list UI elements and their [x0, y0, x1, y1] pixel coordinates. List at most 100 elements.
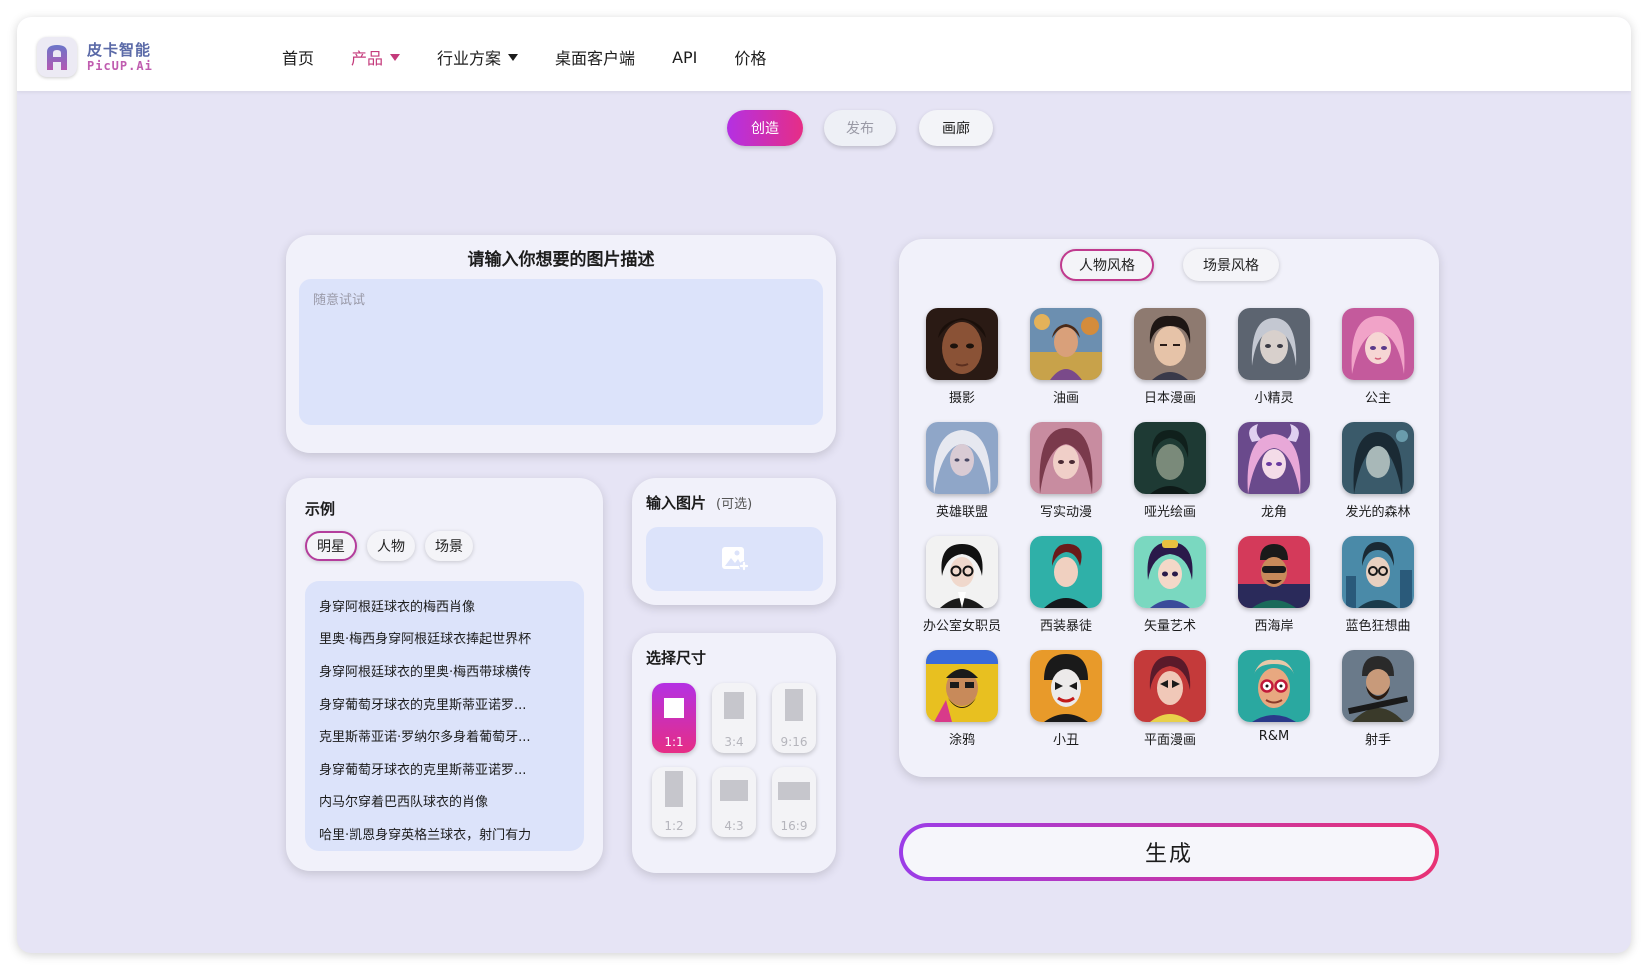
upload-card: 输入图片 (可选) — [632, 478, 836, 605]
size-label: 4:3 — [724, 819, 744, 833]
examples-tab-celebrity[interactable]: 明星 — [305, 531, 357, 561]
style-label: 公主 — [1364, 391, 1391, 406]
style-rick-and-morty[interactable]: R&M — [1226, 650, 1322, 758]
style-clown[interactable]: 小丑 — [1018, 650, 1114, 758]
example-item[interactable]: 身穿阿根廷球衣的里奥·梅西带球横传 — [319, 654, 584, 687]
style-thumbnail — [926, 422, 998, 494]
style-tab-scene[interactable]: 场景风格 — [1183, 249, 1279, 281]
ratio-shape — [664, 698, 684, 718]
style-shooter[interactable]: 射手 — [1330, 650, 1426, 758]
examples-card: 示例 明星 人物 场景 身穿阿根廷球衣的梅西肖像 里奥·梅西身穿阿根廷球衣捧起世… — [286, 478, 603, 871]
mode-tabs: 创造 发布 画廊 — [17, 110, 1631, 150]
style-label: 办公室女职员 — [922, 619, 1001, 634]
tab-gallery[interactable]: 画廊 — [919, 110, 993, 146]
caret-down-icon — [390, 53, 401, 61]
style-suit-gangster[interactable]: 西装暴徒 — [1018, 536, 1114, 644]
style-vector-art[interactable]: 矢量艺术 — [1122, 536, 1218, 644]
logo-icon[interactable] — [37, 37, 77, 77]
size-label: 3:4 — [724, 735, 744, 749]
examples-list: 身穿阿根廷球衣的梅西肖像 里奥·梅西身穿阿根廷球衣捧起世界杯 身穿阿根廷球衣的里… — [305, 581, 584, 851]
examples-tab-scene[interactable]: 场景 — [425, 531, 473, 561]
style-thumbnail — [1238, 536, 1310, 608]
tab-publish[interactable]: 发布 — [824, 110, 896, 146]
brand-name-cn: 皮卡智能 — [87, 41, 152, 59]
style-label: 平面漫画 — [1143, 733, 1196, 748]
size-card: 选择尺寸 1:1 3:4 9:16 1:2 4:3 16:9 — [632, 633, 836, 873]
example-item[interactable]: 哈里·凯恩身穿英格兰球衣，射门有力 — [319, 817, 584, 850]
style-label: 发光的森林 — [1345, 505, 1411, 520]
style-elf[interactable]: 小精灵 — [1226, 308, 1322, 416]
ratio-shape — [778, 782, 810, 800]
style-oil-painting[interactable]: 油画 — [1018, 308, 1114, 416]
style-flat-comic[interactable]: 平面漫画 — [1122, 650, 1218, 758]
size-label: 9:16 — [780, 735, 808, 749]
nav-home[interactable]: 首页 — [282, 45, 314, 69]
style-label: 日本漫画 — [1143, 391, 1196, 406]
style-thumbnail — [1134, 650, 1206, 722]
style-label: 蓝色狂想曲 — [1345, 619, 1411, 634]
style-thumbnail — [1238, 422, 1310, 494]
style-west-coast[interactable]: 西海岸 — [1226, 536, 1322, 644]
style-thumbnail — [1134, 308, 1206, 380]
size-label: 16:9 — [780, 819, 808, 833]
example-item[interactable]: 克里斯蒂亚诺·罗纳尔多身着葡萄牙... — [319, 719, 584, 752]
brand-name-en: PicUP.Ai — [87, 59, 153, 73]
example-item[interactable]: 身穿葡萄牙球衣的克里斯蒂亚诺罗... — [319, 687, 584, 720]
size-option-16-9[interactable]: 16:9 — [772, 767, 816, 837]
examples-tab-people[interactable]: 人物 — [367, 531, 415, 561]
style-label: 英雄联盟 — [935, 505, 988, 520]
style-thumbnail — [1238, 308, 1310, 380]
style-thumbnail — [1134, 422, 1206, 494]
style-label: 哑光绘画 — [1143, 505, 1196, 520]
prompt-input[interactable] — [299, 279, 823, 425]
nav-api[interactable]: API — [672, 45, 697, 69]
style-matte-painting[interactable]: 哑光绘画 — [1122, 422, 1218, 530]
style-photography[interactable]: 摄影 — [914, 308, 1010, 416]
ratio-shape — [724, 692, 744, 719]
style-tab-character[interactable]: 人物风格 — [1060, 249, 1154, 281]
example-item[interactable]: 里奥·梅西身穿阿根廷球衣捧起世界杯 — [319, 622, 584, 655]
style-label: 西海岸 — [1254, 619, 1294, 634]
size-option-1-1[interactable]: 1:1 — [652, 683, 696, 753]
example-item[interactable]: 内马尔穿着巴西队球衣的肖像 — [319, 785, 584, 818]
style-thumbnail — [1030, 536, 1102, 608]
example-item[interactable]: 身穿阿根廷球衣的梅西肖像 — [319, 589, 584, 622]
style-dragon-horn[interactable]: 龙角 — [1226, 422, 1322, 530]
style-label: 写实动漫 — [1039, 505, 1092, 520]
examples-title: 示例 — [305, 500, 336, 518]
nav-desktop-client[interactable]: 桌面客户端 — [555, 45, 635, 69]
top-navbar: 皮卡智能 PicUP.Ai 首页 产品 行业方案 桌面客户端 API 价格 — [17, 17, 1631, 91]
nav-products[interactable]: 产品 — [351, 45, 401, 69]
style-thumbnail — [1030, 422, 1102, 494]
style-rhapsody-in-blue[interactable]: 蓝色狂想曲 — [1330, 536, 1426, 644]
prompt-card: 请输入你想要的图片描述 — [286, 235, 836, 453]
example-item[interactable]: 身穿葡萄牙球衣的克里斯蒂亚诺罗... — [319, 752, 584, 785]
upload-optional-label: (可选) — [716, 497, 753, 512]
generate-button[interactable]: 生成 — [899, 823, 1439, 881]
style-graffiti[interactable]: 涂鸦 — [914, 650, 1010, 758]
examples-tabs: 明星 人物 场景 — [305, 531, 473, 561]
style-japanese-manga[interactable]: 日本漫画 — [1122, 308, 1218, 416]
style-label: R&M — [1258, 729, 1290, 744]
style-realistic-anime[interactable]: 写实动漫 — [1018, 422, 1114, 530]
upload-dropzone[interactable] — [646, 527, 823, 591]
style-office-lady[interactable]: 办公室女职员 — [914, 536, 1010, 644]
style-glowing-forest[interactable]: 发光的森林 — [1330, 422, 1426, 530]
style-thumbnail — [1030, 650, 1102, 722]
nav-solutions[interactable]: 行业方案 — [437, 45, 519, 69]
style-league-of-legends[interactable]: 英雄联盟 — [914, 422, 1010, 530]
ratio-shape — [785, 689, 803, 721]
nav-pricing[interactable]: 价格 — [734, 45, 766, 69]
style-princess[interactable]: 公主 — [1330, 308, 1426, 416]
size-option-3-4[interactable]: 3:4 — [712, 683, 756, 753]
size-option-9-16[interactable]: 9:16 — [772, 683, 816, 753]
size-option-4-3[interactable]: 4:3 — [712, 767, 756, 837]
caret-down-icon — [508, 53, 519, 61]
tab-create[interactable]: 创造 — [727, 110, 803, 146]
style-thumbnail — [926, 308, 998, 380]
size-option-1-2[interactable]: 1:2 — [652, 767, 696, 837]
ratio-shape — [665, 771, 683, 807]
style-label: 涂鸦 — [948, 733, 975, 748]
style-thumbnail — [1342, 536, 1414, 608]
style-label: 射手 — [1364, 733, 1391, 748]
